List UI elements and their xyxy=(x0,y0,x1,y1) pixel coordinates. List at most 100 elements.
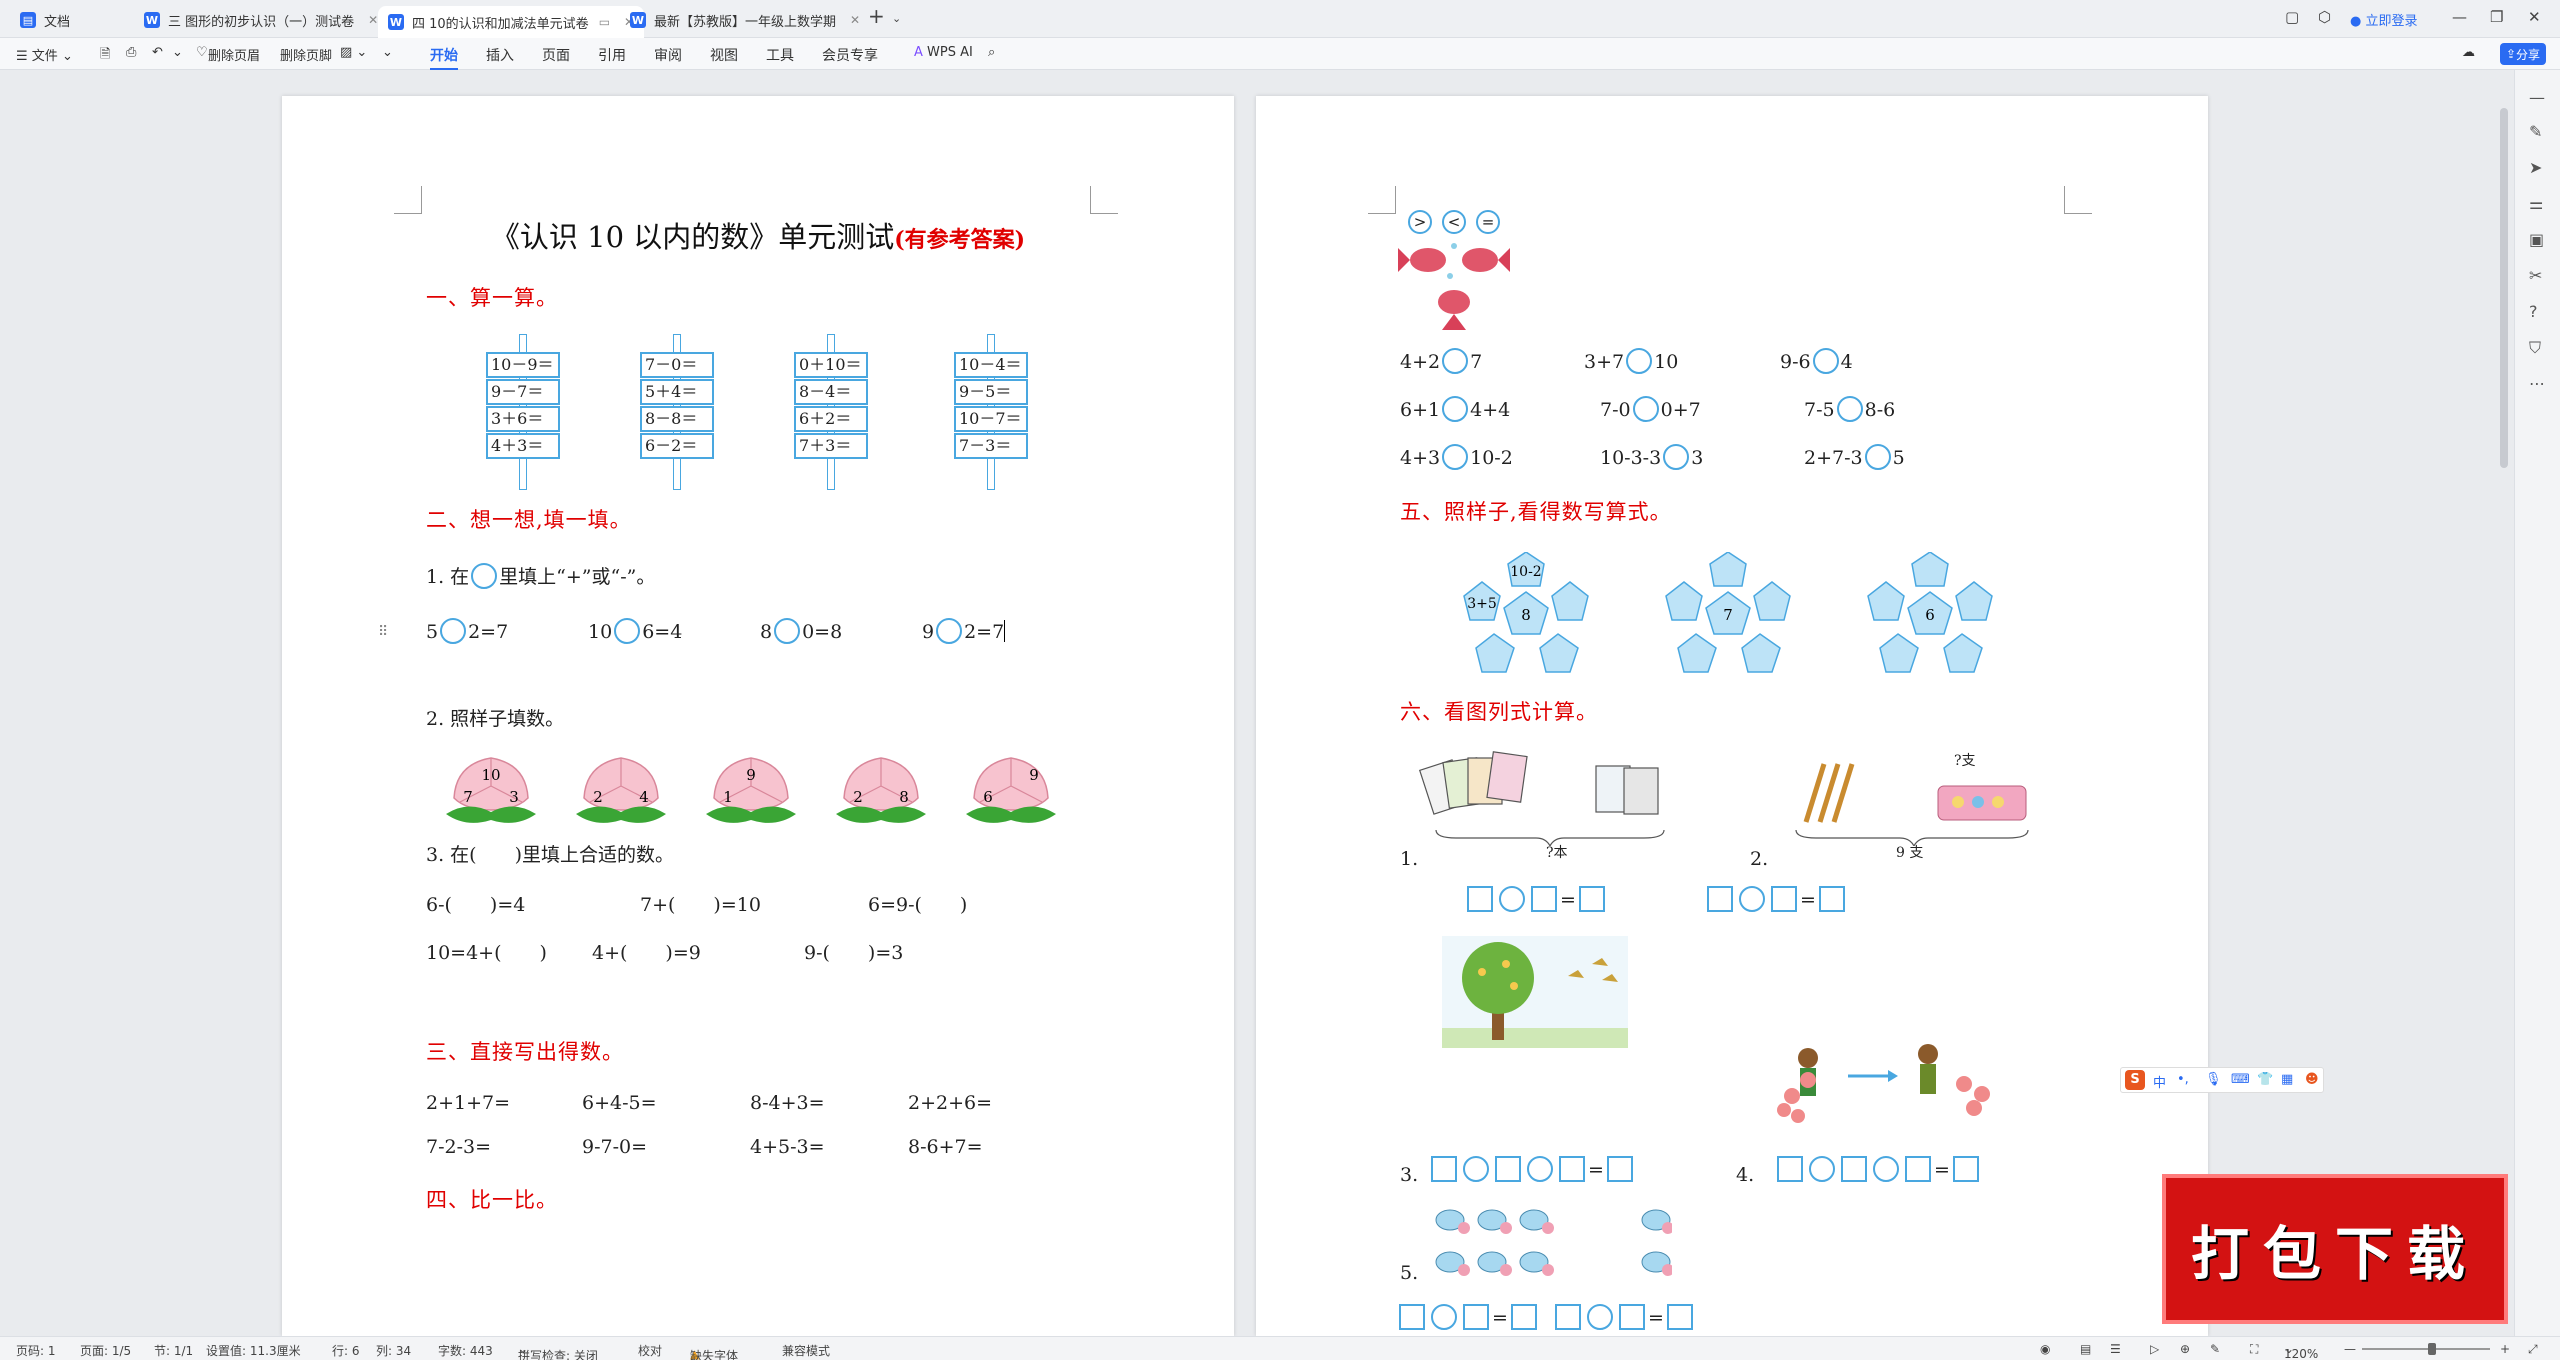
eye-icon[interactable]: ◉ xyxy=(2040,1342,2050,1356)
answer-box[interactable] xyxy=(1559,1156,1585,1182)
answer-circle[interactable] xyxy=(1836,396,1863,422)
answer-circle[interactable] xyxy=(1663,444,1690,470)
tab-page[interactable]: 页面 xyxy=(542,45,570,65)
mascot-icon[interactable]: ☻ xyxy=(2305,1072,2319,1087)
tab-reference[interactable]: 引用 xyxy=(598,45,626,65)
answer-circle[interactable] xyxy=(440,618,467,644)
tab-doc-1[interactable]: W 三 图形的初步认识（一）测试卷 ✕ xyxy=(134,4,388,36)
layout-icon[interactable]: ▢ xyxy=(2285,8,2299,26)
picture-icon[interactable]: ▨ ⌄ xyxy=(340,45,367,60)
save-icon[interactable]: 🗎 xyxy=(100,45,110,67)
answer-box[interactable] xyxy=(1578,886,1605,912)
collapse-icon[interactable]: — xyxy=(2529,88,2545,107)
status-proof[interactable]: 校对 xyxy=(638,1342,662,1359)
more-icon[interactable]: ⋯ xyxy=(2529,374,2545,393)
wps-ai-button[interactable]: A WPS AI xyxy=(914,45,973,60)
cursor-icon[interactable]: ➤ xyxy=(2529,158,2542,177)
outline-view-icon[interactable]: ☰ xyxy=(2110,1342,2121,1356)
answer-box[interactable] xyxy=(1905,1156,1931,1182)
answer-circle[interactable] xyxy=(471,563,498,589)
answer-box[interactable] xyxy=(1619,1304,1645,1330)
skin-icon[interactable]: 👕 xyxy=(2257,1072,2273,1087)
answer-circle[interactable] xyxy=(1864,444,1891,470)
fit-icon[interactable]: ⛶ xyxy=(2250,1342,2258,1357)
spell-check-toggle[interactable]: 拼写检查: 关闭 ⌄ xyxy=(518,1342,598,1360)
more-chevron-icon[interactable]: ⌄ xyxy=(382,45,393,60)
status-words[interactable]: 字数: 443 xyxy=(438,1342,493,1359)
ime-toolbar[interactable]: S 中 •, 🎙 ⌨ 👕 ▦ ☻ xyxy=(2120,1067,2324,1093)
zoom-out-icon[interactable]: — xyxy=(2344,1342,2356,1356)
download-badge[interactable]: 打包下载 xyxy=(2162,1174,2508,1324)
answer-box[interactable] xyxy=(1463,1304,1489,1330)
answer-box[interactable] xyxy=(1510,1304,1537,1330)
tab-tools[interactable]: 工具 xyxy=(766,45,794,65)
answer-box[interactable] xyxy=(1952,1156,1979,1182)
answer-circle[interactable] xyxy=(1873,1156,1899,1182)
keyboard-icon[interactable]: ⌨ xyxy=(2231,1072,2250,1087)
answer-box[interactable] xyxy=(1841,1156,1867,1182)
answer-box[interactable] xyxy=(1666,1304,1693,1330)
answer-box[interactable] xyxy=(1707,886,1733,912)
file-menu[interactable]: ☰ 文件 ⌄ xyxy=(16,45,73,64)
answer-circle[interactable] xyxy=(1463,1156,1489,1182)
image-icon[interactable]: ▣ xyxy=(2529,230,2544,249)
answer-circle[interactable] xyxy=(1739,886,1765,912)
close-icon[interactable]: ✕ xyxy=(850,13,860,27)
zoom-slider[interactable] xyxy=(2362,1348,2490,1350)
page-view-icon[interactable]: ▤ xyxy=(2080,1342,2091,1356)
share-button[interactable]: ⇪ 分享 xyxy=(2500,43,2546,65)
tab-home[interactable]: ▤ 文档 xyxy=(10,4,80,36)
answer-box[interactable] xyxy=(1818,886,1845,912)
answer-circle[interactable] xyxy=(614,618,641,644)
close-icon[interactable]: ✕ xyxy=(368,13,378,27)
tools-icon[interactable]: ✂ xyxy=(2529,266,2542,285)
answer-box[interactable] xyxy=(1495,1156,1521,1182)
microphone-icon[interactable]: 🎙 xyxy=(2205,1072,2222,1087)
toolbox-icon[interactable]: ▦ xyxy=(2281,1072,2293,1087)
answer-box[interactable] xyxy=(1771,886,1797,912)
answer-circle[interactable] xyxy=(1431,1304,1457,1330)
answer-box[interactable] xyxy=(1555,1304,1581,1330)
zoom-slider-thumb[interactable] xyxy=(2428,1343,2436,1355)
answer-circle[interactable] xyxy=(936,618,963,644)
new-tab-icon[interactable]: + xyxy=(868,4,885,28)
answer-box[interactable] xyxy=(1531,886,1557,912)
globe-icon[interactable]: ⊕ xyxy=(2180,1342,2190,1356)
answer-circle[interactable] xyxy=(1442,348,1469,374)
answer-circle[interactable] xyxy=(1442,396,1469,422)
chevron-down-icon[interactable]: ⌄ xyxy=(892,12,901,25)
login-button[interactable]: ● 立即登录 xyxy=(2350,10,2418,29)
tab-doc-3[interactable]: W 最新【苏教版】一年级上数学期 ✕ xyxy=(620,4,870,36)
drag-handle-icon[interactable]: ⠿ xyxy=(378,624,388,640)
tab-member[interactable]: 会员专享 xyxy=(822,45,878,65)
ime-punct[interactable]: •, xyxy=(2177,1072,2189,1087)
answer-box[interactable] xyxy=(1777,1156,1803,1182)
cloud-icon[interactable]: ☁ xyxy=(2462,45,2475,60)
cube-icon[interactable]: ⬡ xyxy=(2318,8,2331,26)
search-icon[interactable]: ⌕ xyxy=(988,45,995,60)
print-icon[interactable]: ⎙ xyxy=(126,45,136,60)
tab-start[interactable]: 开始 xyxy=(430,45,458,70)
status-pages[interactable]: 页面: 1/5 xyxy=(80,1342,131,1359)
format-painter-icon[interactable]: ♡ xyxy=(196,45,208,60)
close-window-icon[interactable]: ✕ xyxy=(2528,8,2541,26)
fullscreen-icon[interactable]: ⤢ xyxy=(2528,1342,2538,1357)
shirt-icon[interactable]: ⛉ xyxy=(2529,338,2541,358)
tab-insert[interactable]: 插入 xyxy=(486,45,514,65)
answer-circle[interactable] xyxy=(1809,1156,1835,1182)
answer-circle[interactable] xyxy=(1632,396,1659,422)
settings-sliders-icon[interactable]: ⚌ xyxy=(2529,194,2543,213)
delete-header-button[interactable]: 删除页眉 xyxy=(208,45,260,64)
play-icon[interactable]: ▷ xyxy=(2150,1342,2159,1356)
pen-icon[interactable]: ✎ xyxy=(2210,1342,2220,1356)
answer-circle[interactable] xyxy=(1812,348,1839,374)
ime-lang[interactable]: 中 xyxy=(2153,1072,2166,1091)
answer-box[interactable] xyxy=(1467,886,1493,912)
answer-circle[interactable] xyxy=(1587,1304,1613,1330)
tab-doc-2[interactable]: W 四 10的认识和加减法单元试卷 ▭ ✕ xyxy=(378,6,645,38)
answer-box[interactable] xyxy=(1606,1156,1633,1182)
redo-icon[interactable]: ⌄ xyxy=(172,45,183,60)
zoom-level[interactable]: 120% ⌄ xyxy=(2284,1342,2318,1360)
tab-review[interactable]: 审阅 xyxy=(654,45,682,65)
answer-circle[interactable] xyxy=(1442,444,1469,470)
